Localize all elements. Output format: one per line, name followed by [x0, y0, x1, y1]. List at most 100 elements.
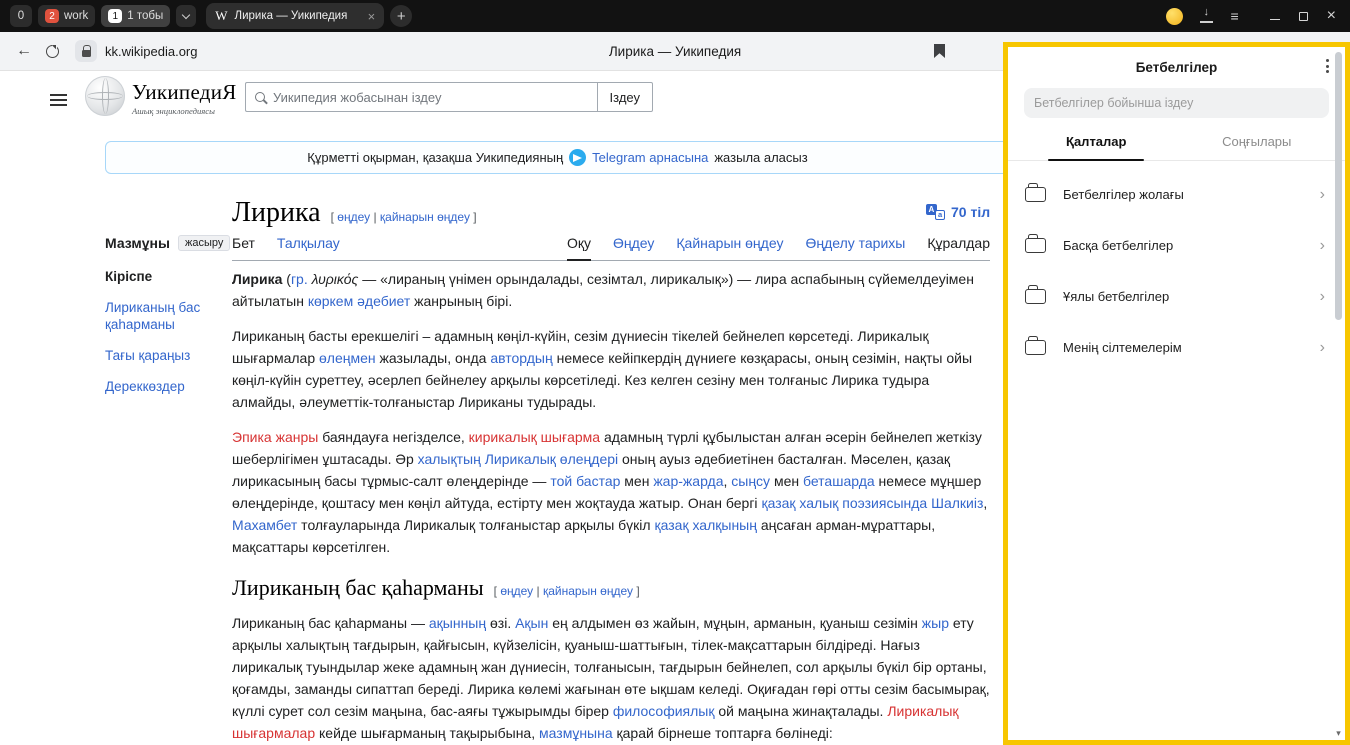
folder-item-other-bookmarks[interactable]: Басқа бетбелгілер ›	[1008, 220, 1345, 271]
wiki-link[interactable]: той бастар	[550, 473, 620, 489]
language-icon	[926, 204, 945, 220]
text-segment: толғауларында Лирикалық толғаныстар арқы…	[297, 517, 654, 533]
search-icon	[255, 92, 265, 102]
wiki-link[interactable]: жыр	[922, 615, 949, 631]
wiki-link[interactable]: көркем әдебиет	[308, 293, 410, 309]
wiki-link[interactable]: мазмұнына	[539, 725, 613, 741]
text-segment: λυρικός	[312, 271, 359, 287]
wiki-link[interactable]: ақынның	[429, 615, 486, 631]
search-input[interactable]	[273, 90, 588, 105]
section-title: Лириканың бас қаһарманы	[232, 577, 484, 599]
toc-item-references[interactable]: Дереккөздер	[105, 378, 225, 395]
toc-item-hero[interactable]: Лириканың бас қаһарманы	[105, 299, 225, 333]
lock-badge[interactable]	[75, 40, 97, 62]
toc-item-intro[interactable]: Кіріспе	[105, 268, 225, 285]
folder-label: Менің сілтемелерім	[1063, 340, 1182, 355]
address-bar[interactable]: kk.wikipedia.org	[75, 40, 198, 62]
bookmarks-search[interactable]	[1024, 88, 1329, 118]
wiki-link[interactable]: Ақын	[515, 615, 548, 631]
wiki-link[interactable]: халықтың	[418, 451, 481, 467]
folder-label: Ұялы бетбелгілер	[1063, 289, 1169, 304]
scroll-down-icon[interactable]: ▾	[1332, 728, 1345, 739]
tab-group-collapsed[interactable]: 0	[10, 5, 32, 27]
wiki-link[interactable]: сыңсу	[731, 473, 770, 489]
tab-page[interactable]: Бет	[232, 235, 255, 260]
edit-source-link[interactable]: қайнарын өңдеу	[543, 584, 633, 598]
tab-group-toby[interactable]: 1 1 тобы	[101, 5, 170, 27]
restore-icon[interactable]	[1299, 12, 1308, 21]
red-link[interactable]: Эпика жанры	[232, 429, 318, 445]
tab-read[interactable]: Оқу	[567, 235, 591, 261]
wiki-link[interactable]: Махамбет	[232, 517, 297, 533]
wiki-logo-title: УикипедиЯ	[132, 80, 237, 105]
banner-text: жазыла аласыз	[714, 150, 807, 165]
main-menu-button[interactable]	[50, 91, 67, 109]
section-header: Лириканың бас қаһарманы [ өңдеу | қайнар…	[232, 577, 990, 602]
tab-group-chevron-button[interactable]	[176, 5, 196, 27]
wiki-link[interactable]: философиялық	[613, 703, 715, 719]
tab-folders[interactable]: Қалталар	[1016, 134, 1177, 160]
bookmark-flag-icon[interactable]	[934, 44, 945, 58]
tab-tools[interactable]: Құралдар	[927, 235, 990, 260]
tab-history[interactable]: Өңделу тарихы	[805, 235, 905, 260]
tab-close-icon[interactable]: ×	[368, 10, 376, 23]
browser-menu-icon[interactable]: ≡	[1230, 9, 1238, 23]
wiki-link[interactable]: Лирикалық өлеңдері	[485, 451, 618, 467]
tab-group-count-badge: 1	[108, 9, 122, 23]
wiki-link[interactable]: автордың	[490, 350, 552, 366]
search-button[interactable]: Іздеу	[597, 82, 653, 112]
wikipedia-wordmark[interactable]: УикипедиЯ Ашық энциклопедиясы	[132, 80, 237, 116]
edit-link[interactable]: өңдеу	[500, 584, 533, 598]
window-close-icon[interactable]: ×	[1327, 8, 1336, 24]
chevron-right-icon: ›	[1320, 339, 1325, 357]
bookmarks-search-input[interactable]	[1034, 96, 1319, 110]
scrollbar-thumb[interactable]	[1335, 52, 1342, 320]
article-paragraph: Эпика жанры баяндауға негізделсе, кирика…	[232, 426, 990, 558]
search-input-wrap[interactable]	[245, 82, 597, 112]
wiki-link[interactable]: Шалкиіз	[931, 495, 983, 511]
language-count: 70 тіл	[951, 204, 990, 220]
tab-edit-source[interactable]: Қайнарын өңдеу	[676, 235, 783, 260]
wikipedia-favicon: W	[215, 8, 227, 24]
tab-recent[interactable]: Соңғылары	[1177, 134, 1338, 160]
folder-item-mobile-bookmarks[interactable]: Ұялы бетбелгілер ›	[1008, 271, 1345, 322]
wikipedia-logo[interactable]	[85, 76, 125, 116]
wiki-link[interactable]: гр.	[291, 271, 308, 287]
wiki-link[interactable]: жар-жарда	[653, 473, 723, 489]
text-segment: Лириканың бас қаһарманы —	[232, 615, 429, 631]
folder-item-bookmarks-bar[interactable]: Бетбелгілер жолағы ›	[1008, 169, 1345, 220]
wiki-link[interactable]: өлеңмен	[319, 350, 376, 366]
tab-talk[interactable]: Талқылау	[277, 235, 340, 260]
wiki-link[interactable]: беташарда	[803, 473, 875, 489]
toc-item-see-also[interactable]: Тағы қараңыз	[105, 347, 225, 364]
bookmarks-title: Бетбелгілер	[1136, 60, 1218, 75]
folder-item-my-links[interactable]: Менің сілтемелерім ›	[1008, 322, 1345, 373]
active-browser-tab[interactable]: W Лирика — Уикипедия ×	[206, 3, 384, 29]
more-vertical-icon[interactable]	[1326, 59, 1329, 73]
tab-bar: 0 2 work 1 1 тобы W Лирика — Уикипедия ×…	[0, 0, 1350, 32]
tab-group-work[interactable]: 2 work	[38, 5, 95, 27]
downloads-icon[interactable]	[1200, 10, 1213, 23]
reload-button[interactable]	[46, 45, 59, 58]
telegram-link[interactable]: Telegram арнасына	[592, 150, 708, 165]
profile-avatar-icon[interactable]	[1166, 8, 1183, 25]
toc-hide-button[interactable]: жасыру	[178, 235, 230, 251]
edit-link[interactable]: өңдеу	[337, 210, 370, 224]
text-segment: мен	[620, 473, 653, 489]
scrollbar[interactable]: ▾	[1332, 47, 1345, 740]
banner-text: Құрметті оқырман, қазақша Уикипедияның	[307, 150, 563, 165]
tab-edit[interactable]: Өңдеу	[613, 235, 654, 260]
telegram-icon	[569, 149, 586, 166]
edit-source-link[interactable]: қайнарын өңдеу	[380, 210, 470, 224]
address-text[interactable]: kk.wikipedia.org	[105, 44, 198, 59]
chevron-right-icon: ›	[1320, 288, 1325, 306]
new-tab-button[interactable]: +	[390, 5, 412, 27]
red-link[interactable]: кирикалық шығарма	[469, 429, 600, 445]
language-selector[interactable]: 70 тіл	[926, 204, 990, 220]
minimize-icon[interactable]	[1270, 19, 1280, 21]
telegram-banner: Құрметті оқырман, қазақша Уикипедияның T…	[105, 141, 1010, 174]
back-button[interactable]: ←	[16, 42, 46, 60]
wiki-link[interactable]: қазақ халқының	[654, 517, 756, 533]
wiki-link[interactable]: қазақ халық поэзиясында	[761, 495, 927, 511]
text-segment: өзі.	[486, 615, 515, 631]
